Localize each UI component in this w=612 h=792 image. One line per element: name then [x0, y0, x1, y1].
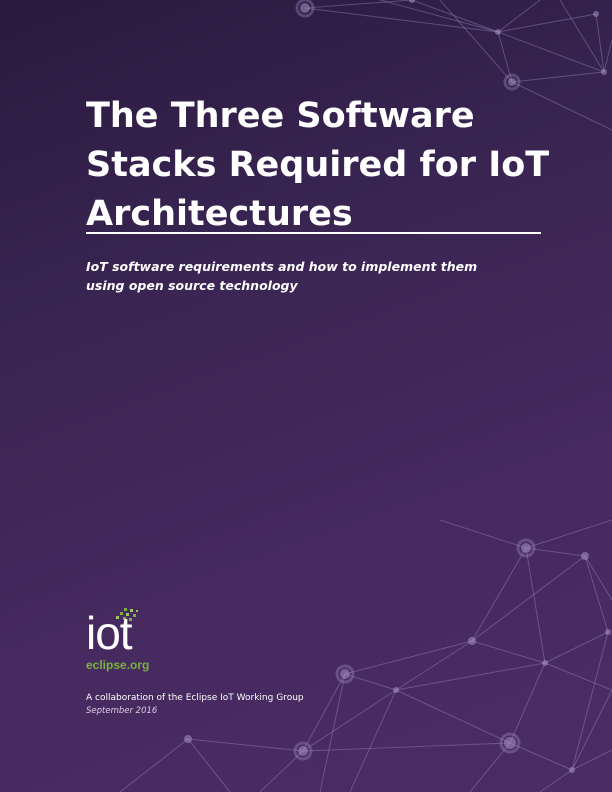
document-subtitle: IoT software requirements and how to imp…	[86, 257, 506, 295]
cover-page: The Three Software Stacks Required for I…	[0, 0, 612, 792]
publication-date: September 2016	[86, 706, 158, 716]
network-bottom-right	[119, 519, 612, 792]
logo-wordmark: iot	[86, 607, 133, 659]
collaboration-credit: A collaboration of the Eclipse IoT Worki…	[86, 693, 304, 703]
document-title: The Three Software Stacks Required for I…	[86, 96, 550, 234]
title-divider	[86, 232, 541, 234]
subtitle-line-1: IoT software requirements and how to imp…	[86, 259, 478, 274]
subtitle-line-2: using open source technology	[86, 278, 298, 293]
logo-domain: eclipse.org	[86, 658, 150, 672]
iot-eclipse-logo: iot eclipse.org	[86, 608, 176, 678]
